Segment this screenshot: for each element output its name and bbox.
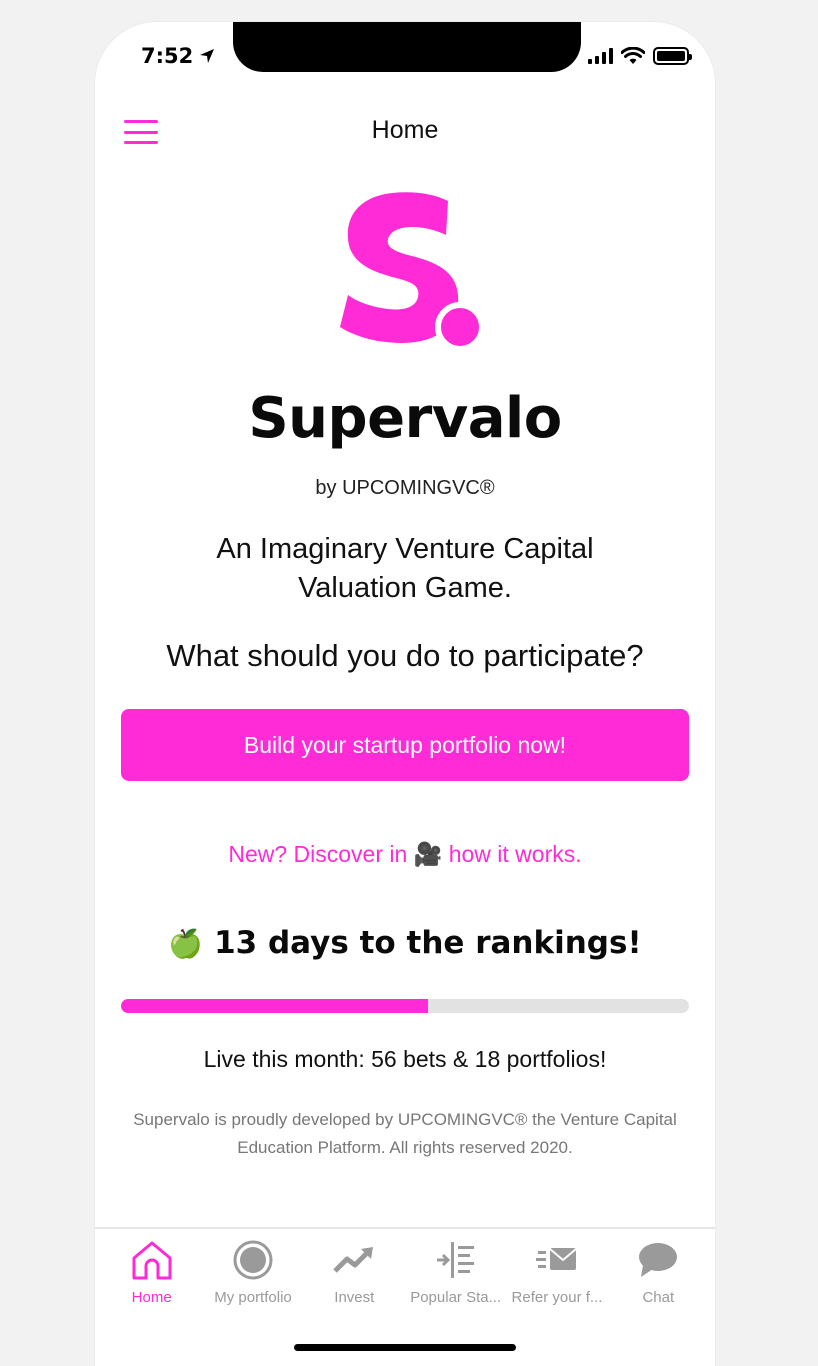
wifi-icon (621, 47, 645, 64)
tab-label: Refer your f... (511, 1289, 603, 1306)
discover-link[interactable]: New? Discover in 🎥 how it works. (95, 841, 715, 868)
tab-refer-friends[interactable]: Refer your f... (506, 1229, 607, 1317)
tab-label: Chat (642, 1289, 675, 1306)
rankings-progress-bar (121, 999, 689, 1013)
send-mail-icon (535, 1248, 577, 1270)
location-arrow-icon (200, 49, 215, 63)
progress-fill (121, 999, 428, 1013)
live-stats: Live this month: 56 bets & 18 portfolios… (203, 1046, 607, 1072)
status-time: 7:52 (141, 44, 215, 68)
tab-my-portfolio[interactable]: My portfolio (202, 1229, 303, 1317)
tab-label: Invest (334, 1289, 375, 1306)
tagline: An Imaginary Venture Capital Valuation G… (216, 533, 594, 604)
tab-label: Home (131, 1289, 172, 1306)
status-icons (588, 47, 692, 65)
record-circle-icon (233, 1240, 273, 1280)
tab-popular-startups[interactable]: Popular Sta... (405, 1229, 506, 1317)
battery-icon (653, 47, 692, 65)
tab-chat[interactable]: Chat (608, 1229, 709, 1317)
status-time-label: 7:52 (141, 44, 194, 68)
build-portfolio-button[interactable]: Build your startup portfolio now! (121, 709, 689, 781)
trending-up-icon (333, 1247, 374, 1273)
participate-question: What should you do to participate? (166, 638, 644, 673)
countdown-text: 13 days to the rankings! (214, 925, 642, 961)
countdown-heading: 🍏 13 days to the rankings! (95, 925, 715, 961)
chat-bubble-icon (639, 1243, 678, 1277)
supervalo-logo (340, 192, 485, 352)
brand-title: Supervalo (248, 386, 562, 451)
phone-frame: 7:52 Home Supervalo by UPCOMINGVC® An Im… (95, 22, 715, 1366)
footer-note: Supervalo is proudly developed by UPCOMI… (133, 1110, 677, 1157)
list-arrow-icon (436, 1242, 474, 1278)
home-icon (132, 1241, 172, 1280)
notch (233, 22, 581, 72)
tab-label: My portfolio (214, 1289, 292, 1306)
tab-invest[interactable]: Invest (304, 1229, 405, 1317)
by-line: by UPCOMINGVC® (315, 477, 495, 499)
page-title: Home (371, 116, 439, 144)
signal-icon (588, 48, 613, 64)
tab-home[interactable]: Home (101, 1229, 202, 1317)
tab-label: Popular Sta... (410, 1289, 502, 1306)
tab-bar: Home My portfolio Invest Popular Sta... … (95, 1227, 715, 1317)
home-indicator (294, 1344, 516, 1351)
apple-icon: 🍏 (168, 927, 204, 960)
